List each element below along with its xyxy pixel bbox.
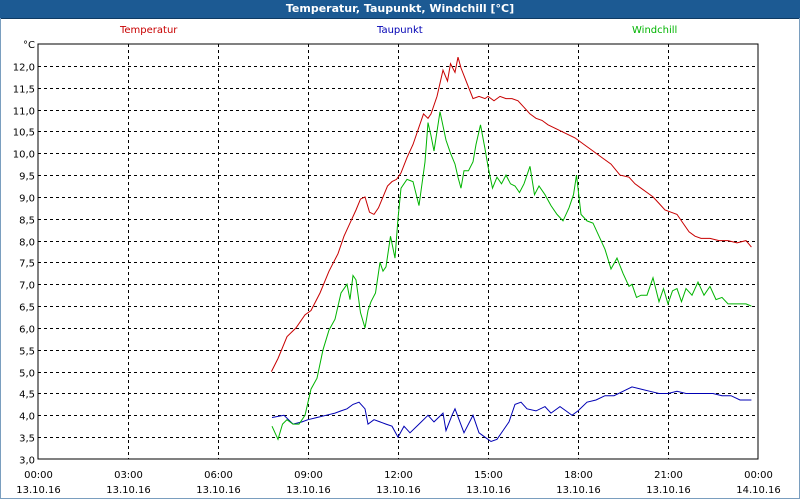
- y-tick-label: 7,5: [19, 259, 35, 270]
- x-tick-time: 12:00: [384, 470, 413, 481]
- y-tick-label: 7,0: [19, 281, 35, 292]
- y-tick-label: 3,5: [19, 434, 35, 445]
- x-tick-time: 03:00: [114, 470, 143, 481]
- x-tick-date: 13.10.16: [16, 485, 61, 496]
- x-tick-date: 13.10.16: [106, 485, 151, 496]
- x-tick-time: 00:00: [744, 470, 773, 481]
- line-chart: 3,0 3,5 4,0 4,5 5,0 5,5 6,0 6,5 7,0 7,5 8,0 8,5 9,0 9…: [13, 40, 781, 496]
- x-tick-date: 13.10.16: [646, 485, 691, 496]
- y-tick-label: 5,0: [19, 369, 35, 380]
- y-tick-label: 3,0: [19, 456, 35, 467]
- y-tick-label: 4,5: [19, 390, 35, 401]
- y-tick-label: 5,5: [19, 347, 35, 358]
- x-tick-date: 13.10.16: [196, 485, 241, 496]
- series-line-windchill: [271, 111, 752, 441]
- x-tick-time: 06:00: [204, 470, 233, 481]
- x-tick-date: 13.10.16: [556, 485, 601, 496]
- y-tick-label: 4,0: [19, 412, 35, 423]
- y-tick-label: 9,5: [19, 172, 35, 183]
- x-tick-time: 00:00: [24, 470, 53, 481]
- y-tick-label: 10,0: [13, 150, 35, 161]
- x-tick-time: 18:00: [564, 470, 593, 481]
- y-tick-label: 8,0: [19, 238, 35, 249]
- y-tick-label: 9,0: [19, 194, 35, 205]
- series-line-taupunkt: [271, 386, 752, 443]
- y-tick-label: 6,0: [19, 325, 35, 336]
- x-tick-date: 13.10.16: [376, 485, 421, 496]
- x-tick-time: 15:00: [474, 470, 503, 481]
- y-tick-label: 11,5: [13, 85, 35, 96]
- x-tick-time: 21:00: [654, 470, 683, 481]
- y-tick-label: 12,0: [13, 63, 35, 74]
- x-tick-date: 14.10.16: [736, 485, 781, 496]
- x-tick-time: 09:00: [294, 470, 323, 481]
- series-line-temperatur: [270, 56, 752, 372]
- y-tick-label: 11,0: [13, 107, 35, 118]
- x-tick-date: 13.10.16: [286, 485, 331, 496]
- y-tick-label: 6,5: [19, 303, 35, 314]
- y-tick-label: 10,5: [13, 128, 35, 139]
- y-axis-unit: °C: [23, 40, 35, 51]
- y-tick-label: 8,5: [19, 216, 35, 227]
- x-tick-date: 13.10.16: [466, 485, 511, 496]
